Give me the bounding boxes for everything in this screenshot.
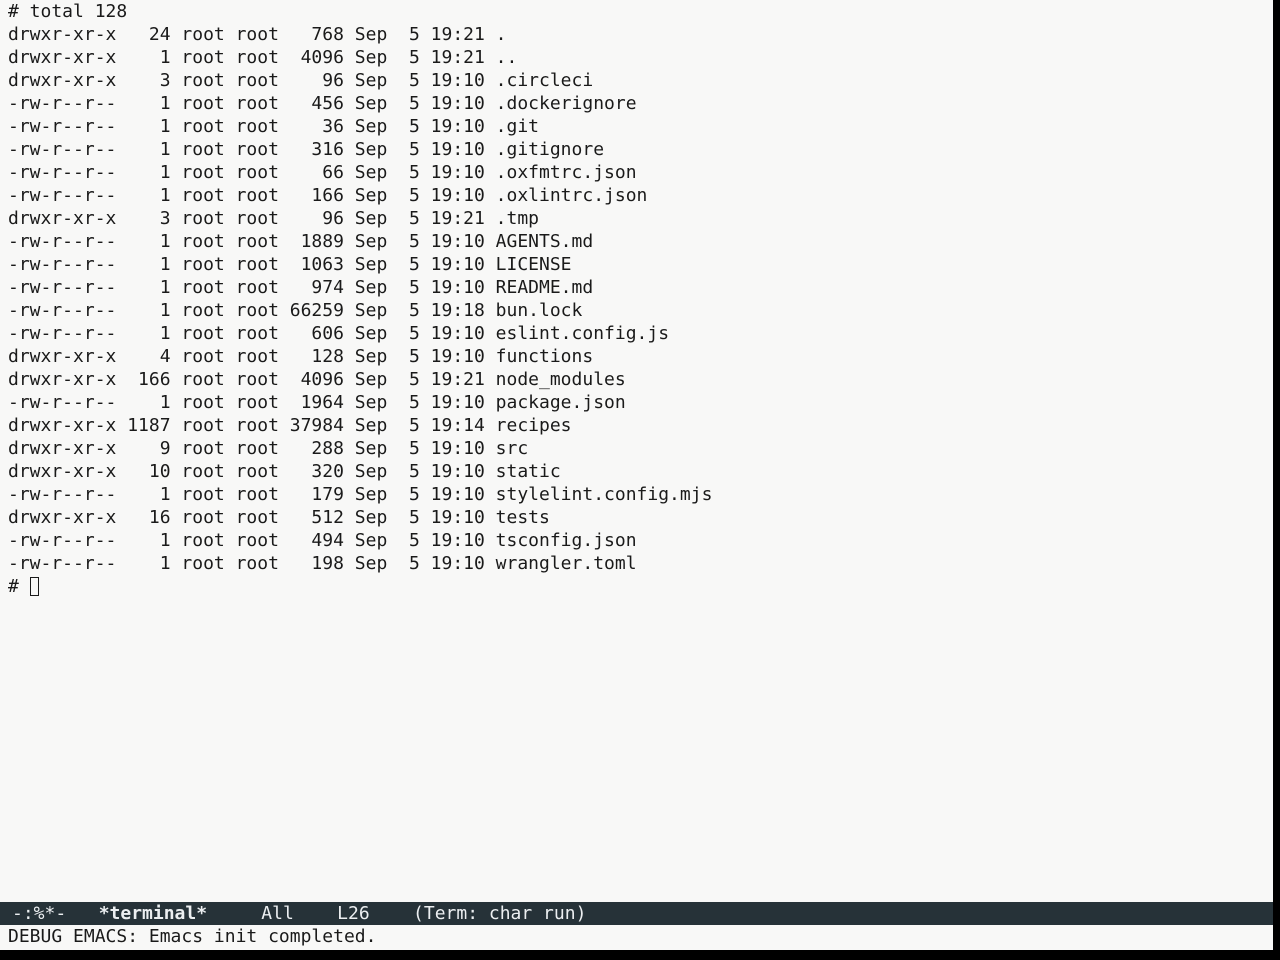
- listing-row: -rw-r--r-- 1 root root 974 Sep 5 19:10 R…: [8, 277, 594, 298]
- mode-line-status: -:%*-: [12, 903, 67, 924]
- window-right-border: [1273, 0, 1280, 960]
- terminal-buffer[interactable]: # total 128 drwxr-xr-x 24 root root 768 …: [8, 0, 1268, 900]
- listing-row: -rw-r--r-- 1 root root 36 Sep 5 19:10 .g…: [8, 116, 540, 137]
- total-line: # total 128: [8, 1, 128, 22]
- listing-row: drwxr-xr-x 1 root root 4096 Sep 5 19:21 …: [8, 47, 518, 68]
- listing-row: drwxr-xr-x 3 root root 96 Sep 5 19:10 .c…: [8, 70, 594, 91]
- mode-line-line-number: L26: [337, 903, 370, 924]
- listing-row: drwxr-xr-x 1187 root root 37984 Sep 5 19…: [8, 415, 572, 436]
- directory-listing: drwxr-xr-x 24 root root 768 Sep 5 19:21 …: [8, 23, 1268, 575]
- listing-row: -rw-r--r-- 1 root root 316 Sep 5 19:10 .…: [8, 139, 605, 160]
- listing-row: drwxr-xr-x 3 root root 96 Sep 5 19:21 .t…: [8, 208, 540, 229]
- listing-row: -rw-r--r-- 1 root root 606 Sep 5 19:10 e…: [8, 323, 670, 344]
- listing-row: drwxr-xr-x 9 root root 288 Sep 5 19:10 s…: [8, 438, 529, 459]
- listing-row: drwxr-xr-x 4 root root 128 Sep 5 19:10 f…: [8, 346, 594, 367]
- listing-row: -rw-r--r-- 1 root root 179 Sep 5 19:10 s…: [8, 484, 713, 505]
- listing-row: -rw-r--r-- 1 root root 166 Sep 5 19:10 .…: [8, 185, 648, 206]
- listing-row: -rw-r--r-- 1 root root 66259 Sep 5 19:18…: [8, 300, 583, 321]
- mode-line-buffer-name[interactable]: *terminal*: [99, 903, 207, 924]
- listing-row: -rw-r--r-- 1 root root 198 Sep 5 19:10 w…: [8, 553, 637, 574]
- window-bottom-border: [0, 950, 1280, 960]
- prompt-line[interactable]: #: [8, 575, 1268, 598]
- listing-row: -rw-r--r-- 1 root root 494 Sep 5 19:10 t…: [8, 530, 637, 551]
- listing-row: -rw-r--r-- 1 root root 66 Sep 5 19:10 .o…: [8, 162, 637, 183]
- mode-line-position: All: [261, 903, 294, 924]
- mode-line-major-mode[interactable]: (Term: char run): [413, 903, 586, 924]
- listing-row: -rw-r--r-- 1 root root 1063 Sep 5 19:10 …: [8, 254, 572, 275]
- listing-row: -rw-r--r-- 1 root root 1889 Sep 5 19:10 …: [8, 231, 594, 252]
- listing-row: drwxr-xr-x 166 root root 4096 Sep 5 19:2…: [8, 369, 626, 390]
- listing-row: drwxr-xr-x 16 root root 512 Sep 5 19:10 …: [8, 507, 550, 528]
- mode-line: -:%*- *terminal* All L26 (Term: char run…: [0, 902, 1273, 925]
- minibuffer[interactable]: DEBUG EMACS: Emacs init completed.: [8, 925, 376, 948]
- listing-row: -rw-r--r-- 1 root root 1964 Sep 5 19:10 …: [8, 392, 626, 413]
- listing-row: -rw-r--r-- 1 root root 456 Sep 5 19:10 .…: [8, 93, 637, 114]
- listing-row: drwxr-xr-x 24 root root 768 Sep 5 19:21 …: [8, 24, 507, 45]
- text-cursor: [29, 577, 39, 596]
- listing-row: drwxr-xr-x 10 root root 320 Sep 5 19:10 …: [8, 461, 561, 482]
- prompt-text: #: [8, 576, 30, 597]
